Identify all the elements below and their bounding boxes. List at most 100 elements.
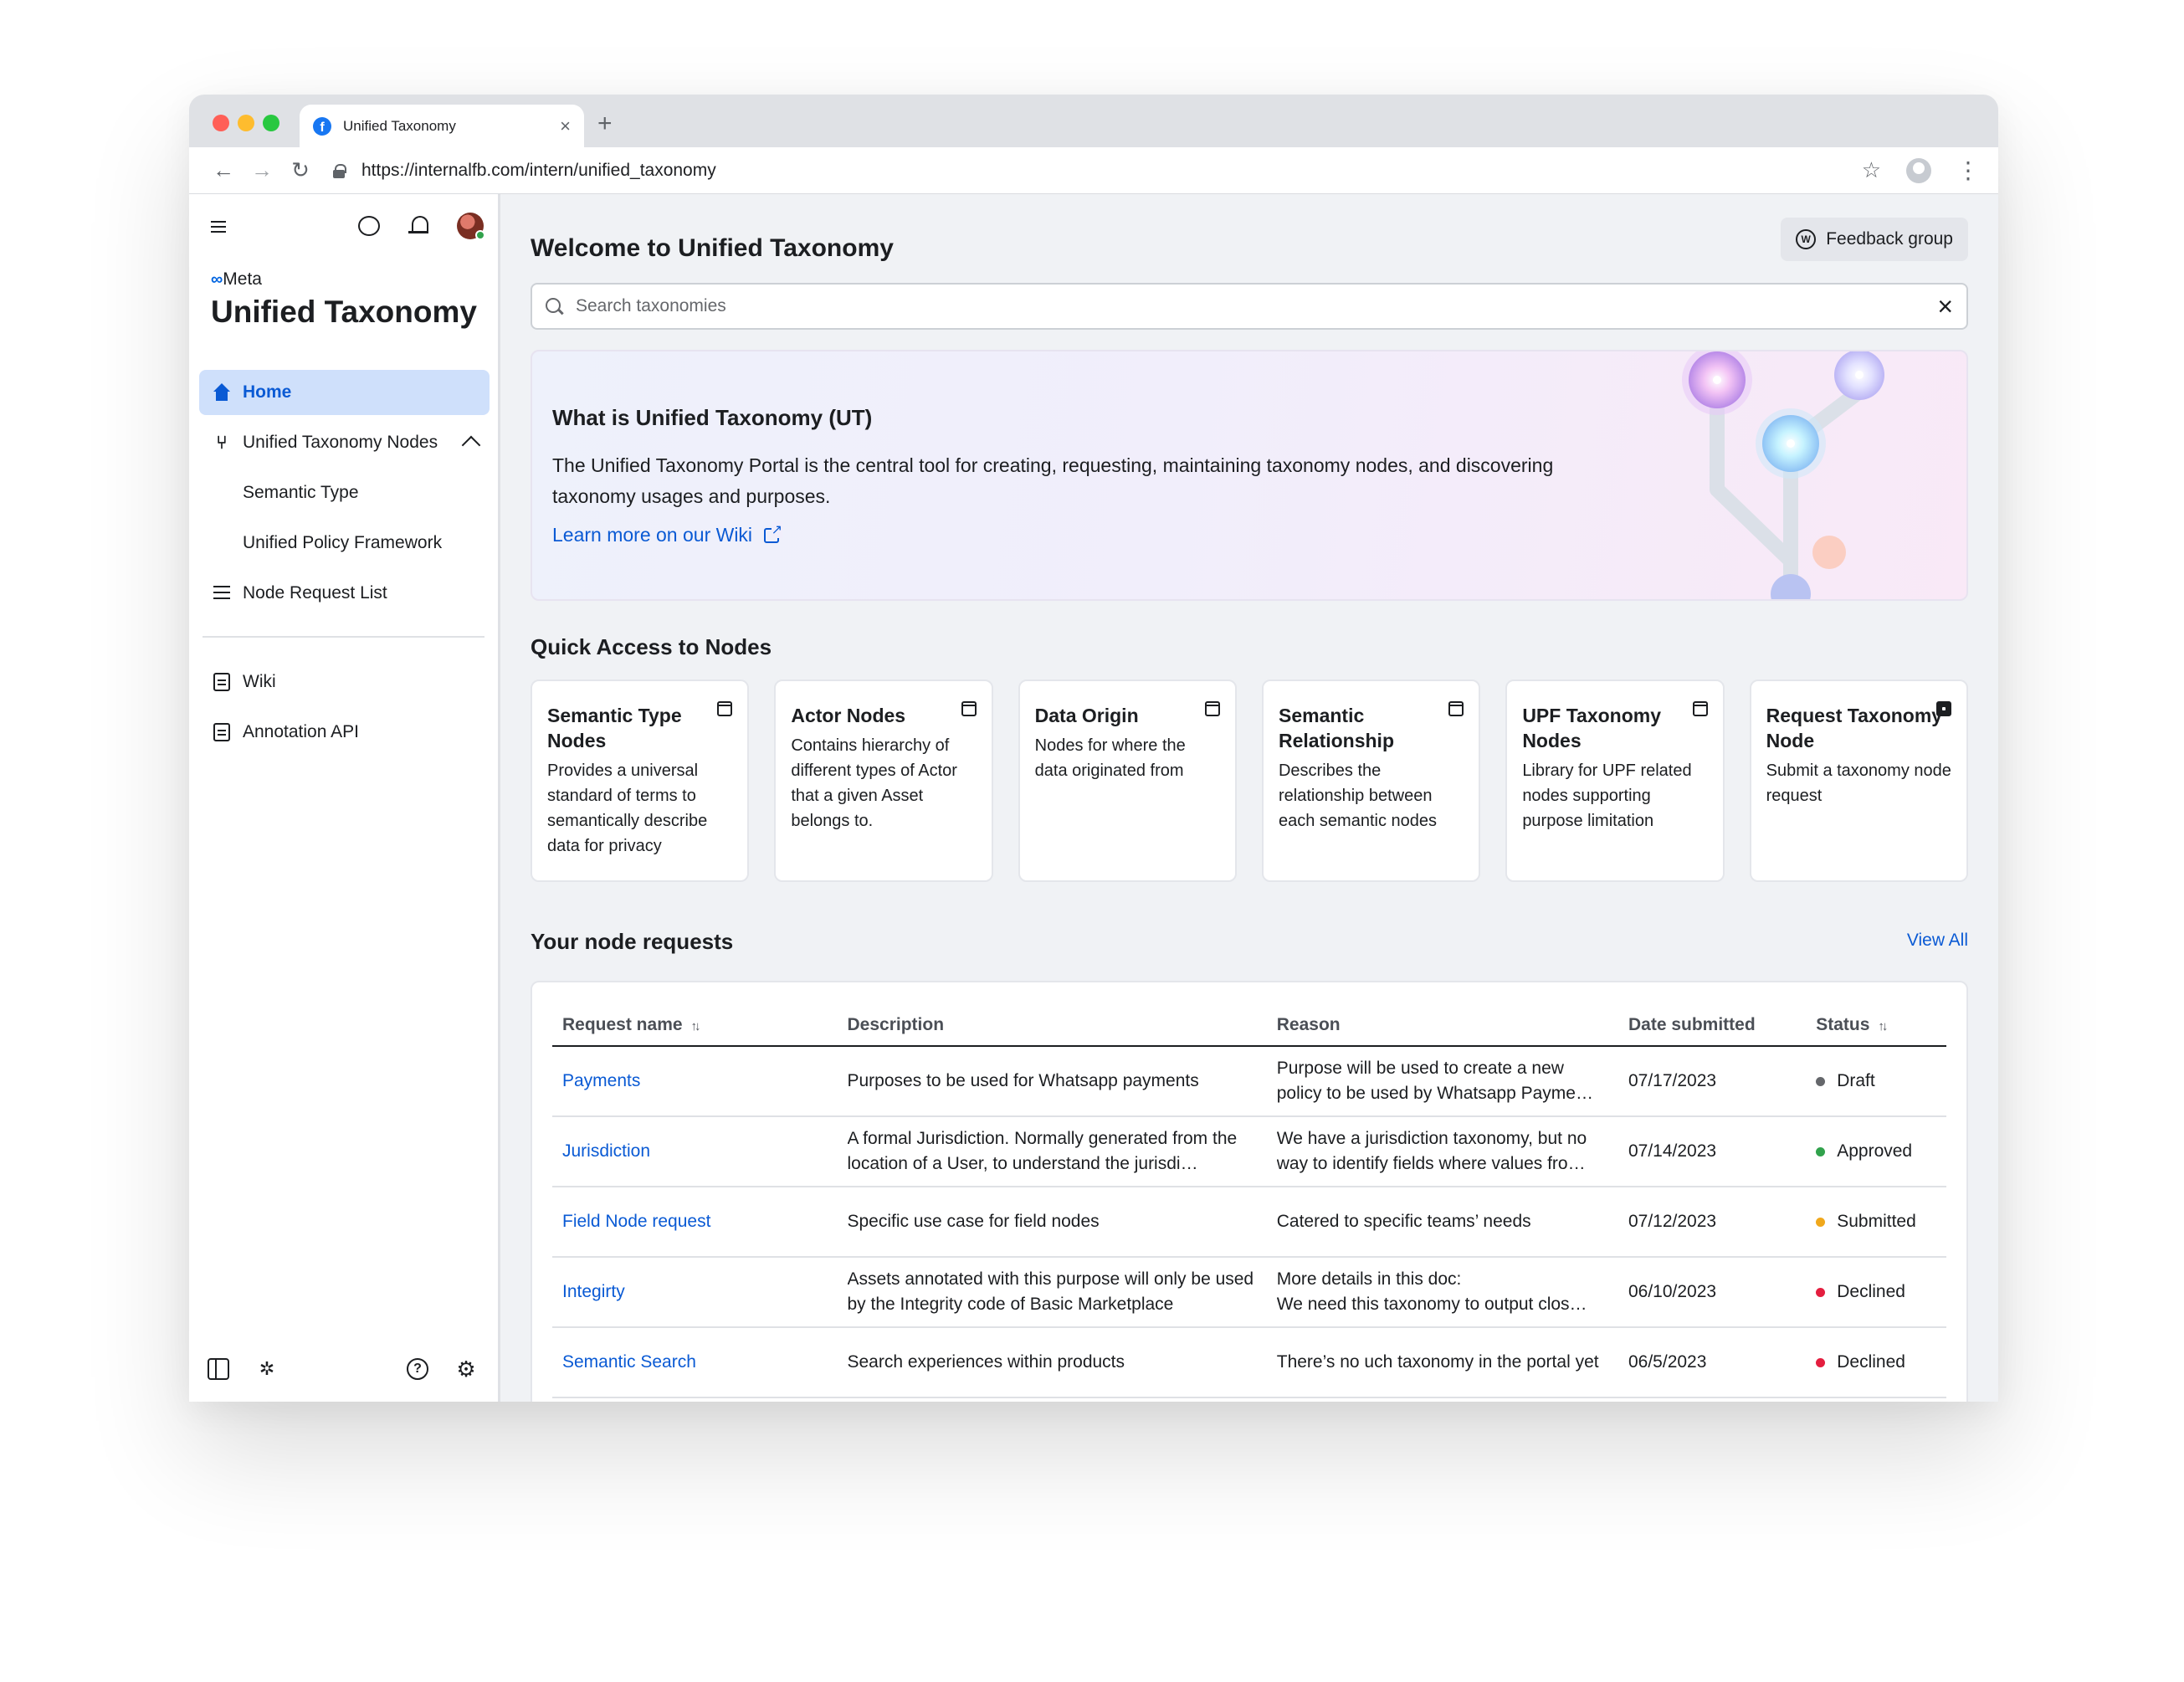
wiki-link[interactable]: Learn more on our Wiki: [552, 520, 783, 546]
status-dot: [1816, 1076, 1826, 1086]
sidebar-item-wiki[interactable]: Wiki: [199, 659, 490, 705]
browser-tab[interactable]: f Unified Taxonomy ×: [300, 105, 584, 147]
sidebar-footer: ✲ ? ⚙: [189, 1353, 498, 1387]
url-field[interactable]: https://internalfb.com/intern/unified_ta…: [333, 161, 1862, 181]
request-name-link[interactable]: Integirty: [552, 1257, 838, 1328]
status-dot: [1816, 1146, 1826, 1156]
sidebar-item-home[interactable]: Home: [199, 370, 490, 415]
sidebar-toolbar: [189, 213, 498, 249]
request-reason: Catered to specific teams’ needs: [1266, 1187, 1618, 1258]
table-row[interactable]: Field Node request Specific use case for …: [552, 1187, 1946, 1258]
card-description: Submit a taxonomy node request: [1766, 762, 1951, 805]
help-icon[interactable]: ?: [407, 1358, 428, 1380]
request-name-link[interactable]: Semantic Search: [552, 1327, 838, 1398]
card-title: Data Origin: [1034, 705, 1139, 726]
status-dot: [1816, 1287, 1826, 1297]
browser-profile-icon[interactable]: [1906, 157, 1931, 183]
card-semantic-type-nodes[interactable]: Semantic Type Nodes Provides a universal…: [531, 679, 750, 882]
bug-report-icon[interactable]: ✲: [256, 1358, 278, 1380]
meta-logo: ∞ Meta: [211, 269, 262, 290]
card-title: Semantic Type Nodes: [547, 705, 682, 751]
request-date: 06/5/2023: [1617, 1327, 1807, 1398]
maximize-window-button[interactable]: [263, 115, 279, 131]
view-all-link[interactable]: View All: [1907, 931, 1968, 951]
request-name-link[interactable]: Field Node request: [552, 1187, 838, 1258]
chat-icon[interactable]: [358, 216, 380, 236]
card-semantic-relationship[interactable]: Semantic Relationship Describes the rela…: [1261, 679, 1481, 882]
tab-close-icon[interactable]: ×: [560, 115, 571, 137]
card-title: Request Taxonomy Node: [1766, 705, 1943, 751]
table-body: Payments Purposes to be used for Whatsapp…: [552, 1046, 1946, 1398]
settings-gear-icon[interactable]: ⚙: [455, 1356, 477, 1382]
sidebar-item-node-request-list[interactable]: Node Request List: [199, 571, 490, 616]
table-header-row: Request name ↑↓ Description Reason Date s…: [552, 1004, 1946, 1047]
close-window-button[interactable]: [213, 115, 229, 131]
card-actor-nodes[interactable]: Actor Nodes Contains hierarchy of differ…: [774, 679, 993, 882]
column-header-status[interactable]: Status ↑↓: [1806, 1004, 1946, 1047]
forward-button[interactable]: →: [243, 157, 281, 183]
card-request-taxonomy-node[interactable]: Request Taxonomy Node Submit a taxonomy …: [1749, 679, 1968, 882]
bookmark-star-icon[interactable]: ☆: [1862, 157, 1881, 183]
table-row[interactable]: Payments Purposes to be used for Whatsapp…: [552, 1046, 1946, 1117]
minimize-window-button[interactable]: [238, 115, 254, 131]
sidebar-item-annotation-api[interactable]: Annotation API: [199, 710, 490, 755]
sidebar-item-unified-policy-framework[interactable]: Unified Policy Framework: [199, 520, 490, 566]
card-title: UPF Taxonomy Nodes: [1522, 705, 1662, 751]
sidebar-item-label: Home: [243, 382, 292, 402]
request-description: Search experiences within products: [837, 1327, 1267, 1398]
open-window-icon: [961, 701, 977, 716]
sidebar-item-semantic-type[interactable]: Semantic Type: [199, 470, 490, 515]
chevron-up-icon[interactable]: [461, 435, 481, 455]
browser-menu-icon[interactable]: ⋮: [1956, 156, 1980, 184]
request-reason: There’s no uch taxonomy in the portal ye…: [1266, 1327, 1618, 1398]
search-input[interactable]: [576, 296, 1938, 316]
node-requests-table: Request name ↑↓ Description Reason Date s…: [552, 1004, 1946, 1398]
card-upf-taxonomy-nodes[interactable]: UPF Taxonomy Nodes Library for UPF relat…: [1505, 679, 1725, 882]
sidebar-item-label: Unified Taxonomy Nodes: [243, 433, 438, 452]
sort-icon[interactable]: ↑↓: [691, 1019, 701, 1033]
quick-access-cards: Semantic Type Nodes Provides a universal…: [531, 679, 1968, 882]
back-button[interactable]: ←: [204, 157, 243, 183]
card-data-origin[interactable]: Data Origin Nodes for where the data ori…: [1018, 679, 1237, 882]
clear-search-icon[interactable]: ×: [1937, 293, 1953, 320]
column-header-request-name[interactable]: Request name ↑↓: [552, 1004, 838, 1047]
notifications-bell-icon[interactable]: [408, 214, 430, 238]
feedback-group-button[interactable]: W Feedback group: [1781, 218, 1968, 261]
url-text[interactable]: https://internalfb.com/intern/unified_ta…: [361, 161, 716, 181]
new-tab-button[interactable]: +: [597, 110, 613, 138]
tab-strip: f Unified Taxonomy × +: [189, 95, 1998, 147]
status-badge: Submitted: [1806, 1187, 1946, 1258]
request-form-icon: [1935, 701, 1951, 716]
online-status-dot: [475, 230, 485, 240]
table-row[interactable]: Jurisdiction A formal Jurisdiction. Norma…: [552, 1116, 1946, 1187]
browser-window: f Unified Taxonomy × + ← → ↻ https://int…: [189, 95, 1998, 1402]
request-date: 07/17/2023: [1617, 1046, 1807, 1117]
reload-button[interactable]: ↻: [281, 157, 320, 183]
status-label: Draft: [1837, 1071, 1875, 1090]
sort-icon[interactable]: ↑↓: [1878, 1019, 1888, 1033]
status-label: Declined: [1837, 1352, 1905, 1372]
table-row[interactable]: Integirty Assets annotated with this purp…: [552, 1257, 1946, 1328]
table-row[interactable]: Semantic Search Search experiences within…: [552, 1327, 1946, 1398]
status-badge: Approved: [1806, 1116, 1946, 1187]
status-badge: Declined: [1806, 1257, 1946, 1328]
panel-toggle-icon[interactable]: [208, 1358, 229, 1380]
request-date: 07/12/2023: [1617, 1187, 1807, 1258]
request-description: Specific use case for field nodes: [837, 1187, 1267, 1258]
hamburger-menu-icon[interactable]: [211, 221, 226, 233]
request-date: 07/14/2023: [1617, 1116, 1807, 1187]
lock-icon: [333, 163, 346, 178]
card-title: Semantic Relationship: [1278, 705, 1394, 751]
search-icon: [546, 298, 562, 315]
status-badge: Declined: [1806, 1327, 1946, 1398]
quick-access-title: Quick Access to Nodes: [531, 634, 772, 659]
request-name-link[interactable]: Payments: [552, 1046, 838, 1117]
request-name-link[interactable]: Jurisdiction: [552, 1116, 838, 1187]
sidebar-item-unified-taxonomy-nodes[interactable]: ⑂ Unified Taxonomy Nodes: [199, 420, 490, 465]
user-avatar[interactable]: [457, 213, 485, 240]
card-description: Library for UPF related nodes supporting…: [1522, 762, 1692, 830]
sidebar-item-label: Semantic Type: [243, 483, 359, 502]
node-tree-icon: ⑂: [216, 432, 228, 453]
status-dot: [1816, 1217, 1826, 1227]
app: ∞ Meta Unified Taxonomy Home ⑂ Unified T…: [189, 194, 1998, 1402]
